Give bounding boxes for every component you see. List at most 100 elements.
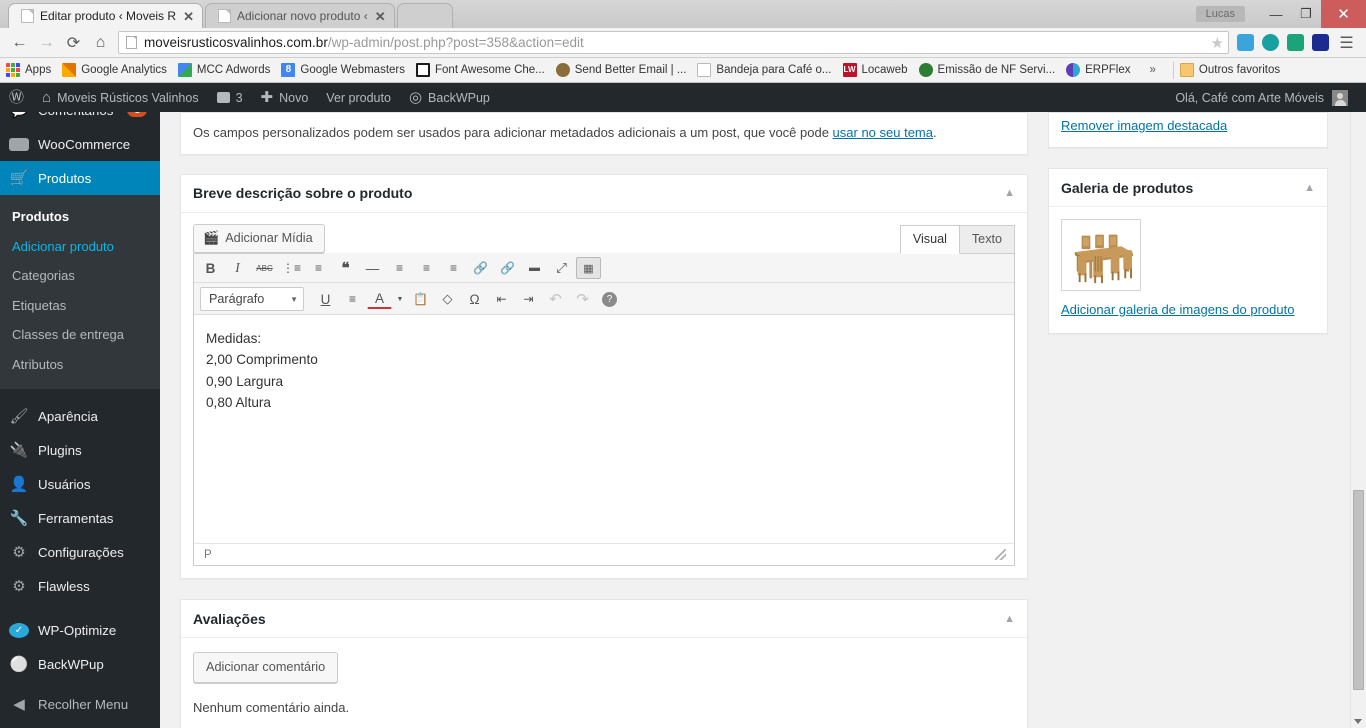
align-center-icon[interactable]: ≡: [414, 257, 439, 279]
chevron-up-icon[interactable]: ▲: [1304, 182, 1315, 194]
sidebar-item-ferramentas[interactable]: 🔧 Ferramentas: [0, 501, 160, 535]
tab-texto[interactable]: Texto: [958, 225, 1015, 255]
undo-icon[interactable]: ↶: [543, 288, 568, 310]
remove-featured-image-link[interactable]: Remover imagem destacada: [1061, 118, 1227, 133]
numbered-list-icon[interactable]: ≡: [306, 257, 331, 279]
bookmark-erpflex[interactable]: ERPFlex: [1066, 63, 1131, 77]
redo-icon[interactable]: ↷: [570, 288, 595, 310]
fullscreen-icon[interactable]: ⤢: [549, 257, 574, 279]
close-icon[interactable]: ✕: [183, 10, 194, 23]
bookmark-font-awesome[interactable]: Font Awesome Che...: [416, 63, 545, 77]
gallery-thumbnail[interactable]: [1061, 219, 1141, 291]
sidebar-subitem-classes-entrega[interactable]: Classes de entrega: [0, 320, 160, 350]
bullet-list-icon[interactable]: ⋮≡: [279, 257, 304, 279]
sidebar-subitem-categorias[interactable]: Categorias: [0, 261, 160, 291]
text-color-icon[interactable]: A: [367, 289, 392, 310]
add-comment-button[interactable]: Adicionar comentário: [193, 652, 339, 683]
sidebar-item-woocommerce[interactable]: WooCommerce: [0, 127, 160, 161]
chrome-profile-badge[interactable]: Lucas: [1195, 6, 1245, 22]
resize-handle[interactable]: [995, 549, 1006, 561]
product-gallery-header[interactable]: Galeria de produtos ▲: [1049, 169, 1327, 207]
bookmarks-overflow-icon[interactable]: »: [1150, 64, 1156, 76]
sidebar-subitem-produtos[interactable]: Produtos: [0, 202, 160, 232]
extension-icon-cloud[interactable]: [1237, 34, 1254, 51]
maximize-icon[interactable]: ❐: [1291, 3, 1321, 25]
backwpup-menu[interactable]: ◎ BackWPup: [400, 83, 499, 112]
bookmark-mcc-adwords[interactable]: MCC Adwords: [177, 63, 270, 77]
reviews-postbox-header[interactable]: Avaliações ▲: [181, 600, 1027, 639]
scrollbar-thumb[interactable]: [1353, 490, 1364, 690]
extension-icon-skype[interactable]: [1262, 34, 1279, 51]
sidebar-subitem-atributos[interactable]: Atributos: [0, 350, 160, 380]
bookmark-other-favorites[interactable]: Outros favoritos: [1179, 63, 1280, 77]
add-product-gallery-link[interactable]: Adicionar galeria de imagens do produto: [1061, 302, 1294, 317]
collapse-menu-button[interactable]: ◀ Recolher Menu: [0, 687, 160, 721]
close-icon[interactable]: ✕: [375, 10, 386, 23]
usar-no-seu-tema-link[interactable]: usar no seu tema: [833, 125, 933, 140]
sidebar-item-plugins[interactable]: 🔌 Plugins: [0, 433, 160, 467]
excerpt-editor-area[interactable]: Medidas: 2,00 Comprimento 0,90 Largura 0…: [194, 315, 1014, 544]
browser-tab-edit-product[interactable]: Editar produto ‹ Moveis R ✕: [8, 3, 203, 28]
page-info-icon[interactable]: [126, 36, 137, 49]
outdent-icon[interactable]: ⇤: [489, 288, 514, 310]
bookmark-locaweb[interactable]: LW Locaweb: [842, 63, 908, 77]
remove-link-icon[interactable]: 🔗: [495, 257, 520, 279]
view-product-link[interactable]: Ver produto: [317, 83, 400, 112]
bookmark-apps[interactable]: Apps: [6, 63, 51, 77]
sidebar-subitem-etiquetas[interactable]: Etiquetas: [0, 291, 160, 321]
back-icon[interactable]: ←: [6, 30, 33, 56]
sidebar-item-comentarios[interactable]: 💬 Comentários 3: [0, 112, 160, 127]
account-menu[interactable]: Olá, Café com Arte Móveis: [1175, 89, 1366, 106]
browser-tab-add-product[interactable]: Adicionar novo produto ‹ ✕: [204, 3, 395, 28]
excerpt-postbox-header[interactable]: Breve descrição sobre o produto ▲: [181, 175, 1027, 213]
chevron-up-icon[interactable]: ▲: [1004, 187, 1015, 199]
chevron-up-icon[interactable]: ▲: [1004, 613, 1015, 625]
chevron-down-icon[interactable]: ▼: [394, 288, 406, 310]
special-character-icon[interactable]: Ω: [462, 288, 487, 310]
scroll-down-arrow-icon[interactable]: [1354, 719, 1362, 724]
sidebar-item-produtos[interactable]: 🛒 Produtos: [0, 161, 160, 195]
new-content-menu[interactable]: ✚ Novo: [252, 83, 318, 112]
extension-icon-s[interactable]: [1287, 34, 1304, 51]
clear-formatting-icon[interactable]: ◇: [435, 288, 460, 310]
indent-icon[interactable]: ⇥: [516, 288, 541, 310]
bookmark-google-analytics[interactable]: Google Analytics: [62, 63, 167, 77]
read-more-icon[interactable]: ▬: [522, 257, 547, 279]
align-right-icon[interactable]: ≡: [441, 257, 466, 279]
home-icon[interactable]: ⌂: [87, 30, 114, 56]
reload-icon[interactable]: ⟳: [60, 30, 87, 56]
justify-icon[interactable]: ≡: [340, 288, 365, 310]
extension-icon-pocket[interactable]: [1312, 34, 1329, 51]
paste-as-text-icon[interactable]: 📋: [408, 288, 433, 310]
strikethrough-icon[interactable]: ABC: [252, 257, 277, 279]
keyboard-shortcuts-icon[interactable]: ?: [597, 288, 622, 310]
sidebar-item-wp-optimize[interactable]: ✓ WP-Optimize: [0, 613, 160, 647]
horizontal-rule-icon[interactable]: —: [360, 257, 385, 279]
sidebar-item-usuarios[interactable]: 👤 Usuários: [0, 467, 160, 501]
wp-logo-menu[interactable]: Ⓦ: [0, 83, 33, 112]
sidebar-item-configuracoes[interactable]: ⚙ Configurações: [0, 535, 160, 569]
address-bar[interactable]: moveisrusticosvalinhos.com.br/wp-admin/p…: [118, 31, 1229, 54]
format-select[interactable]: Parágrafo ▼: [200, 287, 304, 312]
sidebar-item-backwpup[interactable]: ⚪ BackWPup: [0, 647, 160, 681]
blockquote-icon[interactable]: ❝: [333, 257, 358, 279]
bookmark-bandeja-cafe[interactable]: Bandeja para Café o...: [697, 63, 832, 77]
site-name-menu[interactable]: ⌂ Moveis Rústicos Valinhos: [33, 83, 208, 112]
bookmark-star-icon[interactable]: ★: [1211, 34, 1224, 52]
forward-icon[interactable]: →: [33, 30, 60, 56]
sidebar-subitem-adicionar-produto[interactable]: Adicionar produto: [0, 232, 160, 262]
close-window-icon[interactable]: ✕: [1321, 0, 1366, 28]
bookmark-send-better-email[interactable]: Send Better Email | ...: [555, 63, 686, 77]
italic-icon[interactable]: I: [225, 257, 250, 279]
new-tab-button[interactable]: [396, 3, 453, 28]
comments-menu[interactable]: 3: [208, 83, 252, 112]
underline-icon[interactable]: U: [313, 288, 338, 310]
toggle-toolbar-icon[interactable]: ▦: [576, 257, 601, 280]
sidebar-item-flawless[interactable]: ⚙ Flawless: [0, 569, 160, 603]
tab-visual[interactable]: Visual: [899, 225, 960, 255]
align-left-icon[interactable]: ≡: [387, 257, 412, 279]
bookmark-emissao-nf[interactable]: Emissão de NF Servi...: [918, 63, 1055, 77]
insert-link-icon[interactable]: 🔗: [468, 257, 493, 279]
add-media-button[interactable]: 🎬 Adicionar Mídia: [193, 223, 325, 254]
bold-icon[interactable]: B: [198, 257, 223, 279]
